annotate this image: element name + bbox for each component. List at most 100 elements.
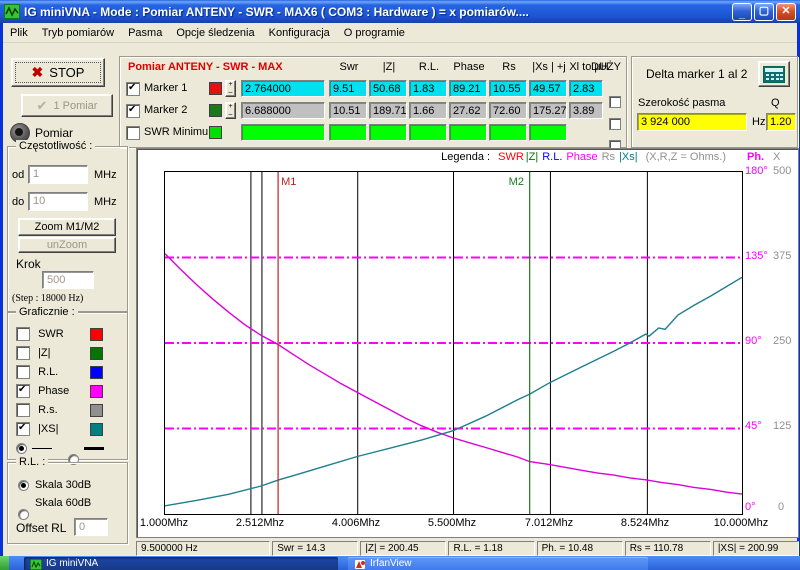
graph-options-group: Graficznie : SWR |Z| R.L.: [7, 312, 128, 460]
swr-min-row: SWR Minimu: [126, 124, 626, 141]
maximize-button[interactable]: ▢: [754, 3, 774, 21]
calculator-button[interactable]: [758, 61, 790, 87]
legend-xs: |Xs|: [619, 151, 638, 163]
marker-panel: Pomiar ANTENY - SWR - MAX Swr |Z| R.L. P…: [119, 56, 627, 148]
freq-to-input[interactable]: 10: [28, 192, 88, 211]
rl-group-title: R.L. :: [16, 456, 48, 468]
swr-min-cell: [329, 124, 367, 141]
status-rs: Rs = 110.78: [625, 541, 711, 556]
menu-konfiguracja[interactable]: Konfiguracja: [262, 25, 337, 41]
marker2-freq-field[interactable]: 6.688000: [241, 102, 325, 119]
status-z: |Z| = 200.45: [360, 541, 446, 556]
calculator-icon: [763, 66, 785, 83]
status-xs: |XS| = 200.99: [713, 541, 799, 556]
skala-60db-label: Skala 60dB: [35, 497, 91, 509]
one-pomiar-button[interactable]: ✔ 1 Pomiar: [21, 94, 113, 117]
marker2-checkbox[interactable]: [126, 104, 140, 118]
chart-panel: Legenda : SWR |Z| R.L. Phase Rs |Xs| (X,…: [136, 148, 799, 538]
screen: IG miniVNA - Mode : Pomiar ANTENY - SWR …: [0, 0, 800, 570]
legend-z: |Z|: [526, 151, 538, 163]
marker1-phase: 89.21: [449, 80, 487, 97]
phase-tick-90: 90°: [745, 335, 762, 347]
menu-tryb-pomiarow[interactable]: Tryb pomiarów: [35, 25, 121, 41]
gfx-rs-checkbox[interactable]: [16, 403, 30, 417]
swr-min-checkbox[interactable]: [126, 126, 140, 140]
swr-min-freq-field: [241, 124, 325, 141]
marker1-z: 50.68: [369, 80, 407, 97]
legend-rl: R.L.: [542, 151, 562, 163]
start-button[interactable]: [0, 556, 9, 570]
gfx-phase-label: Phase: [38, 385, 69, 397]
title-bar[interactable]: IG miniVNA - Mode : Pomiar ANTENY - SWR …: [0, 0, 800, 23]
marker2-rs: 72.60: [489, 102, 527, 119]
phase-tick-180: 180°: [745, 165, 768, 177]
freq-from-input[interactable]: 1: [28, 165, 88, 184]
col-z: |Z|: [369, 61, 409, 73]
col-duzy: DUŻY: [584, 61, 628, 73]
bandwidth-value: 3 924 000: [637, 113, 747, 131]
menu-opcje-sledzenia[interactable]: Opcje śledzenia: [169, 25, 261, 41]
gfx-z-label: |Z|: [38, 347, 50, 359]
minimize-button[interactable]: _: [732, 3, 752, 21]
marker1-label: Marker 1: [144, 82, 187, 94]
do-label: do: [12, 196, 24, 208]
svg-text:M2: M2: [509, 176, 524, 188]
skala-30db-label: Skala 30dB: [35, 479, 91, 491]
swr-min-cell: [369, 124, 407, 141]
marker2-color-swatch: [209, 104, 222, 117]
unzoom-label: unZoom: [47, 239, 87, 251]
gfx-row-rs: R.s.: [16, 403, 58, 417]
gfx-row-z: |Z|: [16, 346, 51, 360]
gfx-xs-checkbox[interactable]: [16, 422, 30, 436]
stop-button[interactable]: ✖ STOP: [11, 58, 105, 87]
phase-tick-45: 45°: [745, 420, 762, 432]
gfx-xs-label: |XS|: [38, 423, 58, 435]
gfx-row-phase: Phase: [16, 384, 69, 398]
thick-line-icon: [84, 447, 104, 450]
hz-unit-label: Hz: [752, 116, 765, 128]
taskbar-button-irfanview[interactable]: IrfanView: [348, 557, 648, 570]
x-tick-0: 0: [778, 501, 784, 513]
freq-tick-1: 1.000Mhz: [134, 517, 194, 529]
gfx-phase-checkbox[interactable]: [16, 384, 30, 398]
line-thin-radio[interactable]: [16, 443, 27, 454]
gfx-rl-checkbox[interactable]: [16, 365, 30, 379]
marker1-spinner[interactable]: +–: [225, 80, 236, 97]
skala-60db-radio[interactable]: [18, 509, 29, 520]
q-label: Q: [771, 97, 780, 109]
krok-input[interactable]: 500: [42, 271, 94, 289]
plot-area[interactable]: M1M2: [164, 171, 743, 515]
one-pomiar-label: 1 Pomiar: [53, 100, 97, 112]
swr-min-cell: [529, 124, 567, 141]
gfx-row-swr: SWR: [16, 327, 64, 341]
client-area: ✖ STOP ✔ 1 Pomiar Pomiar Pomiar ANTENY -…: [3, 42, 797, 556]
gfx-row-xs: |XS|: [16, 422, 58, 436]
marker1-xl: 2.83: [569, 80, 603, 97]
skala-30db-radio[interactable]: [18, 480, 29, 491]
phase-tick-0: 0°: [745, 501, 756, 513]
marker1-checkbox[interactable]: [126, 82, 140, 96]
marker1-rl: 1.83: [409, 80, 447, 97]
offset-rl-input[interactable]: 0: [74, 518, 108, 536]
menu-o-programie[interactable]: O programie: [337, 25, 412, 41]
gfx-z-checkbox[interactable]: [16, 346, 30, 360]
gfx-swr-checkbox[interactable]: [16, 327, 30, 341]
taskbar-button-minivna[interactable]: IG miniVNA: [24, 557, 338, 570]
check-icon: ✔: [37, 98, 48, 114]
unzoom-button[interactable]: unZoom: [18, 237, 116, 253]
marker1-freq-field[interactable]: 2.764000: [241, 80, 325, 97]
marker-panel-title: Pomiar ANTENY - SWR - MAX: [128, 61, 283, 73]
marker2-label: Marker 2: [144, 104, 187, 116]
legend-rs: Rs: [602, 151, 615, 163]
menu-plik[interactable]: Plik: [3, 25, 35, 41]
freq-tick-6: 8.524Mhz: [615, 517, 675, 529]
menu-pasma[interactable]: Pasma: [121, 25, 169, 41]
gfx-swr-label: SWR: [38, 328, 64, 340]
status-rl: R.L. = 1.18: [448, 541, 534, 556]
status-bar: 9.500000 Hz Swr = 14.3 |Z| = 200.45 R.L.…: [136, 541, 799, 556]
marker2-spinner[interactable]: +–: [225, 102, 236, 119]
close-button[interactable]: ✕: [776, 3, 796, 21]
zoom-m1m2-button[interactable]: Zoom M1/M2: [18, 218, 116, 236]
thin-line-icon: [32, 448, 52, 449]
do-unit: MHz: [94, 196, 117, 208]
